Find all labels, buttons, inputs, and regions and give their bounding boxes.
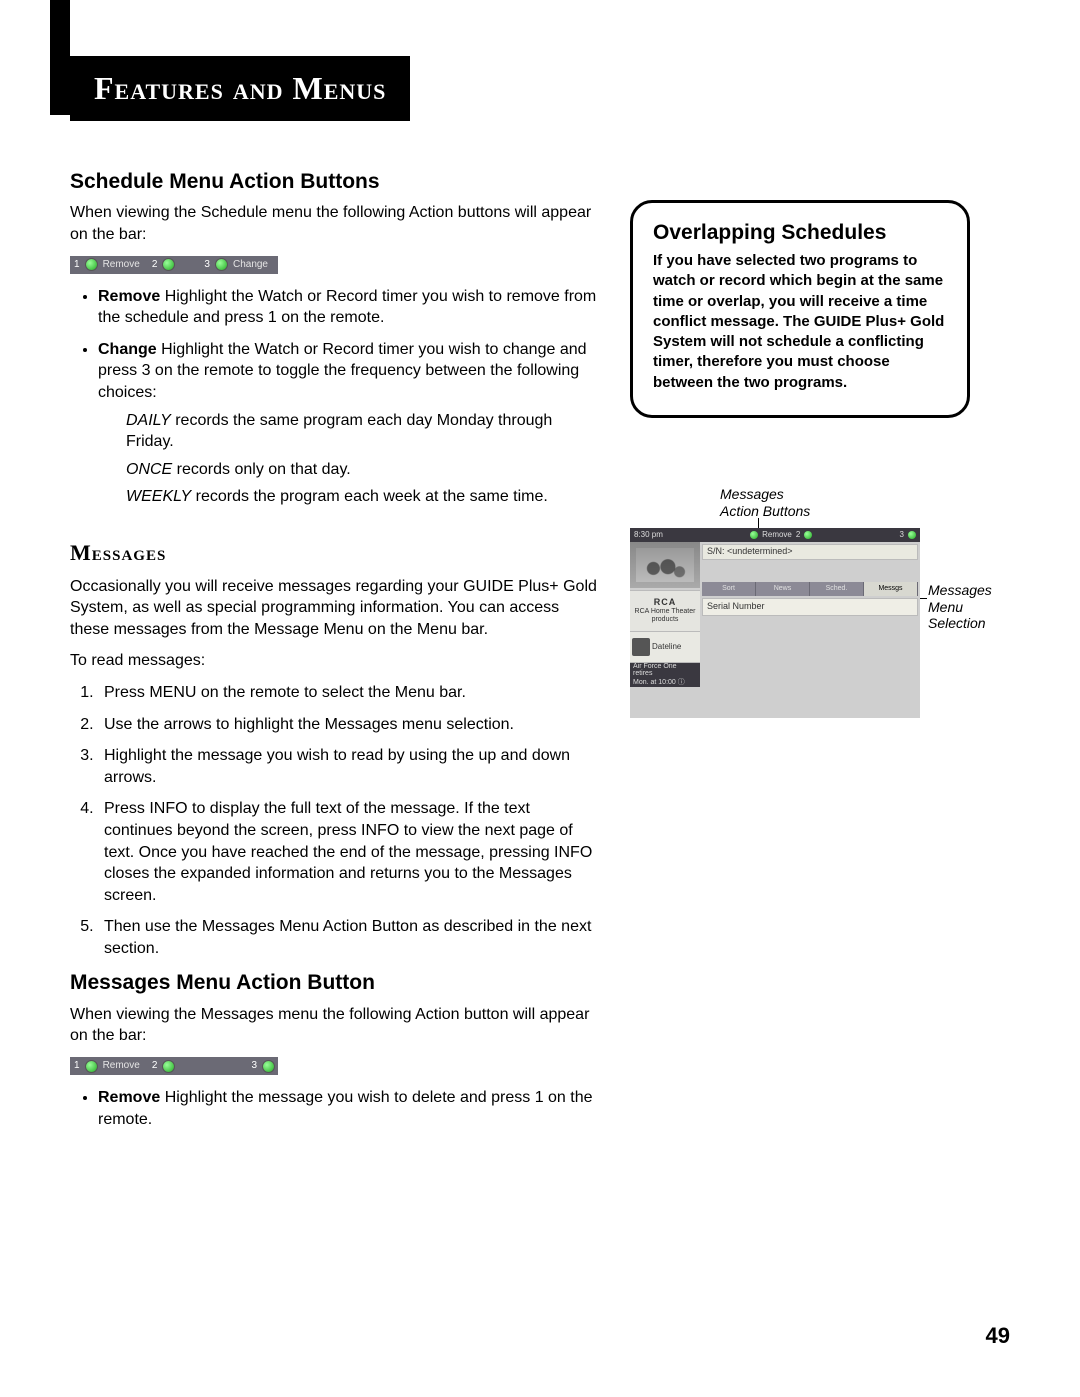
messages-heading: Messages [70, 538, 600, 568]
change-text: Highlight the Watch or Record timer you … [98, 341, 587, 401]
ss-foot-line2: Mon. at 10:00 ⓘ [633, 677, 697, 687]
once-text: records only on that day. [172, 461, 350, 478]
change-label: Change [98, 341, 157, 358]
mm-remove-text: Highlight the message you wish to delete… [98, 1089, 593, 1128]
ss-video-preview [630, 542, 700, 588]
ss-foot-line1: Air Force One retires [633, 663, 697, 677]
messages-figure: Messages Action Buttons Messages Menu Se… [630, 528, 1010, 718]
ss-menu-tabs: Sort News Sched. Messgs [702, 582, 918, 596]
bar2-num2: 2 [152, 1059, 158, 1073]
messages-action-intro: When viewing the Messages menu the follo… [70, 1004, 600, 1047]
messages-lead: To read messages: [70, 650, 600, 672]
messages-action-bar: 1 Remove 2 3 [70, 1057, 278, 1075]
mm-remove-label: Remove [98, 1089, 160, 1106]
messages-action-heading: Messages Menu Action Button [70, 969, 600, 997]
side-column: Overlapping Schedules If you have select… [630, 160, 1010, 1140]
ss-serial-field: S/N: <undetermined> [702, 544, 918, 560]
step-1: Press MENU on the remote to select the M… [98, 682, 600, 704]
change-bullet: Change Highlight the Watch or Record tim… [98, 339, 600, 508]
bar2-label1: Remove [103, 1059, 140, 1073]
ss-time: 8:30 pm [634, 530, 663, 539]
ss-dot2-icon [804, 531, 812, 539]
chapter-title: Features and Menus [70, 56, 410, 121]
remove-label: Remove [98, 288, 160, 305]
bar1-num1: 1 [74, 258, 80, 272]
main-column: Schedule Menu Action Buttons When viewin… [70, 160, 600, 1140]
once-label: ONCE [126, 461, 172, 478]
ss-logo-tile: RCA RCA Home Theater products [630, 590, 700, 632]
overlap-body: If you have selected two programs to wat… [653, 251, 947, 393]
step-5: Then use the Messages Menu Action Button… [98, 916, 600, 959]
bar2-num1: 1 [74, 1059, 80, 1073]
remove-text: Highlight the Watch or Record timer you … [98, 288, 596, 327]
ss-rca-tagline: RCA Home Theater products [630, 608, 700, 623]
ss-program-name: Dateline [652, 642, 681, 651]
bar1-dot2-icon [163, 259, 174, 270]
ss-tab-sched: Sched. [810, 582, 864, 596]
chapter-side-bar [50, 0, 70, 115]
weekly-label: WEEKLY [126, 488, 191, 505]
bar1-label3: Change [233, 258, 268, 272]
step-3: Highlight the message you wish to read b… [98, 745, 600, 788]
ss-tab-news: News [756, 582, 810, 596]
weekly-line: WEEKLY records the program each week at … [126, 486, 600, 508]
overlap-heading: Overlapping Schedules [653, 221, 947, 245]
schedule-action-heading: Schedule Menu Action Buttons [70, 168, 600, 196]
ss-message-row: Serial Number [702, 598, 918, 616]
ss-tab-messages: Messgs [864, 582, 918, 596]
step-2: Use the arrows to highlight the Messages… [98, 714, 600, 736]
bar2-dot1-icon [86, 1061, 97, 1072]
ss-left-panel: RCA RCA Home Theater products Dateline A… [630, 590, 700, 718]
schedule-intro: When viewing the Schedule menu the follo… [70, 202, 600, 245]
fig-label-action-buttons: Messages Action Buttons [720, 486, 840, 520]
fig-label-menu-selection: Messages Menu Selection [928, 582, 1018, 632]
bar2-dot2-icon [163, 1061, 174, 1072]
ss-bar-n2: 2 [796, 530, 800, 539]
bar2-num3: 3 [251, 1059, 257, 1073]
overlap-callout: Overlapping Schedules If you have select… [630, 200, 970, 418]
mm-remove-bullet: Remove Highlight the message you wish to… [98, 1087, 600, 1130]
messages-intro: Occasionally you will receive messages r… [70, 576, 600, 641]
page-number: 49 [986, 1323, 1010, 1349]
bar1-dot3-icon [216, 259, 227, 270]
weekly-text: records the program each week at the sam… [191, 488, 548, 505]
ss-bar-l1: Remove [762, 530, 792, 539]
bar1-dot1-icon [86, 259, 97, 270]
daily-label: DAILY [126, 412, 171, 429]
ss-program-thumb-icon [632, 638, 650, 656]
step-4: Press INFO to display the full text of t… [98, 798, 600, 906]
bar1-num3: 3 [204, 258, 210, 272]
bar1-num2: 2 [152, 258, 158, 272]
bar1-label1: Remove [103, 258, 140, 272]
schedule-action-bar: 1 Remove 2 3 Change [70, 256, 278, 274]
messages-screenshot: 8:30 pm Remove 2 3 [630, 528, 920, 718]
ss-tab-sort: Sort [702, 582, 756, 596]
ss-dot3-icon [908, 531, 916, 539]
daily-text: records the same program each day Monday… [126, 412, 552, 451]
bar2-dot3-icon [263, 1061, 274, 1072]
ss-rca-logo: RCA [654, 598, 677, 608]
ss-dot1-icon [750, 531, 758, 539]
ss-footer: Air Force One retires Mon. at 10:00 ⓘ [630, 663, 700, 687]
ss-program-tile: Dateline [630, 632, 700, 663]
ss-action-bar: 8:30 pm Remove 2 3 [630, 528, 920, 542]
remove-bullet: Remove Highlight the Watch or Record tim… [98, 286, 600, 329]
once-line: ONCE records only on that day. [126, 459, 600, 481]
ss-bar-n3: 3 [900, 530, 904, 539]
daily-line: DAILY records the same program each day … [126, 410, 600, 453]
